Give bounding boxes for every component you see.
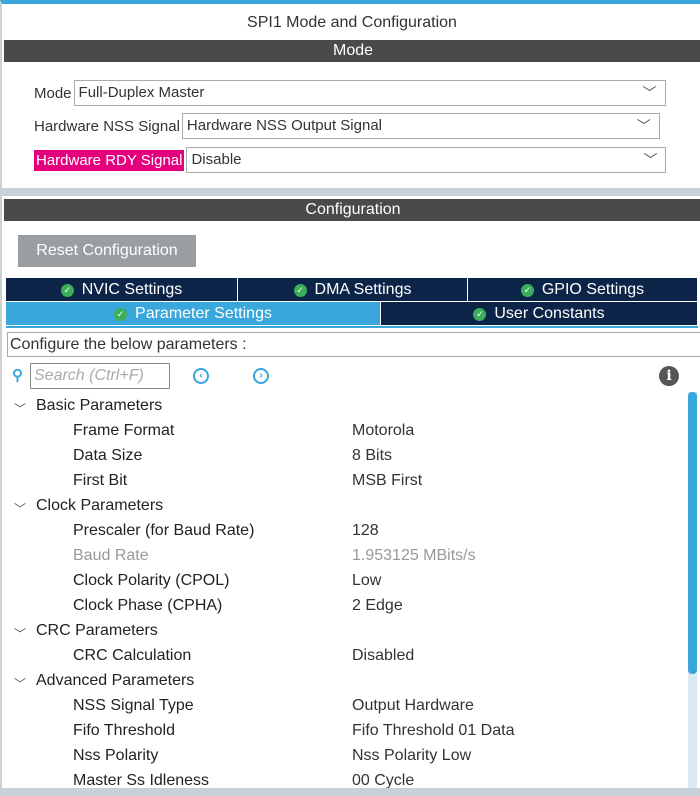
parameter-value[interactable]: Disabled [352,647,414,665]
parameter-value[interactable]: 1.953125 MBits/s [352,547,476,565]
rdy-select[interactable]: Disable ﹀ [186,147,667,173]
tab-label: Parameter Settings [135,305,272,322]
tab-label: NVIC Settings [81,281,183,298]
parameter-name: Clock Polarity (CPOL) [73,572,230,589]
spi1-config-panel: SPI1 Mode and Configuration Mode Mode Fu… [0,0,700,796]
tab-nvic-settings[interactable]: ✓ NVIC Settings [6,278,238,301]
collapse-chevron-icon[interactable]: ﹀ [14,400,26,417]
previous-match-icon[interactable]: ‹ [193,368,209,384]
chevron-down-icon: ﹀ [636,118,651,134]
parameter-value[interactable]: 128 [352,522,379,540]
parameter-value[interactable]: 8 Bits [352,447,392,465]
panel-title: SPI1 Mode and Configuration [247,14,457,31]
collapse-chevron-icon[interactable]: ﹀ [14,625,26,642]
parameter-name: Frame Format [73,422,175,439]
mode-header: Mode [4,40,700,62]
nss-label: Hardware NSS Signal [34,117,180,135]
tab-label: User Constants [494,305,605,322]
tab-label: GPIO Settings [541,281,645,298]
chevron-down-icon: ﹀ [642,85,657,101]
reset-configuration-button[interactable]: Reset Configuration [18,235,196,267]
collapse-chevron-icon[interactable]: ﹀ [14,500,26,517]
scrollbar[interactable] [688,392,697,788]
parameter-value[interactable]: MSB First [352,472,422,490]
rdy-label: Hardware RDY Signal [34,149,185,171]
check-icon: ✓ [473,308,487,321]
tab-underline [6,326,698,328]
parameter-name: Prescaler (for Baud Rate) [73,522,255,539]
nss-value: Hardware NSS Output Signal [186,117,383,134]
mode-row: Mode Full-Duplex Master ﹀ [34,80,666,106]
parameter-name: Fifo Threshold [73,722,175,739]
parameter-value[interactable]: Fifo Threshold 01 Data [352,722,514,740]
parameter-name: Nss Polarity [73,747,159,764]
check-icon: ✓ [293,284,307,297]
tab-dma-settings[interactable]: ✓ DMA Settings [238,278,468,301]
footer-border [0,788,700,796]
group-header[interactable]: Clock Parameters [36,497,163,515]
group-header[interactable]: CRC Parameters [36,622,158,640]
rdy-value: Disable [191,151,242,168]
parameter-name: First Bit [73,472,128,489]
parameter-value[interactable]: Nss Polarity Low [352,747,471,765]
rdy-row: Hardware RDY Signal Disable ﹀ [34,147,667,173]
check-icon: ✓ [60,284,74,297]
chevron-down-icon: ﹀ [643,152,658,168]
tab-user-constants[interactable]: ✓ User Constants [381,302,698,325]
tab-label: DMA Settings [314,281,412,298]
divider [2,188,700,196]
tab-parameter-settings[interactable]: ✓ Parameter Settings [6,302,381,325]
configuration-header: Configuration [4,199,700,221]
parameter-value[interactable]: Motorola [352,422,414,440]
scrollbar-thumb[interactable] [688,392,697,674]
check-icon: ✓ [520,284,534,297]
search-input[interactable]: Search (Ctrl+F) [30,363,170,389]
collapse-chevron-icon[interactable]: ﹀ [14,675,26,692]
search-icon: ⚲ [12,367,23,384]
configure-instructions: Configure the below parameters : [7,332,700,357]
nss-row: Hardware NSS Signal Hardware NSS Output … [34,113,660,139]
parameter-name: CRC Calculation [73,647,192,664]
group-header[interactable]: Basic Parameters [36,397,162,415]
mode-select[interactable]: Full-Duplex Master ﹀ [73,80,666,106]
info-icon[interactable]: i [659,366,679,386]
next-match-icon[interactable]: › [253,368,269,384]
parameter-value[interactable]: 2 Edge [352,597,403,615]
parameter-value[interactable]: Low [352,572,381,590]
parameter-name: Baud Rate [73,547,149,564]
parameter-value[interactable]: Output Hardware [352,697,474,715]
parameter-name: NSS Signal Type [73,697,194,714]
check-icon: ✓ [114,308,128,321]
mode-value: Full-Duplex Master [78,84,205,101]
group-header[interactable]: Advanced Parameters [36,672,194,690]
parameter-name: Clock Phase (CPHA) [73,597,223,614]
tab-gpio-settings[interactable]: ✓ GPIO Settings [468,278,698,301]
parameter-name: Data Size [73,447,143,464]
nss-select[interactable]: Hardware NSS Output Signal ﹀ [181,113,660,139]
mode-label: Mode [34,84,72,102]
